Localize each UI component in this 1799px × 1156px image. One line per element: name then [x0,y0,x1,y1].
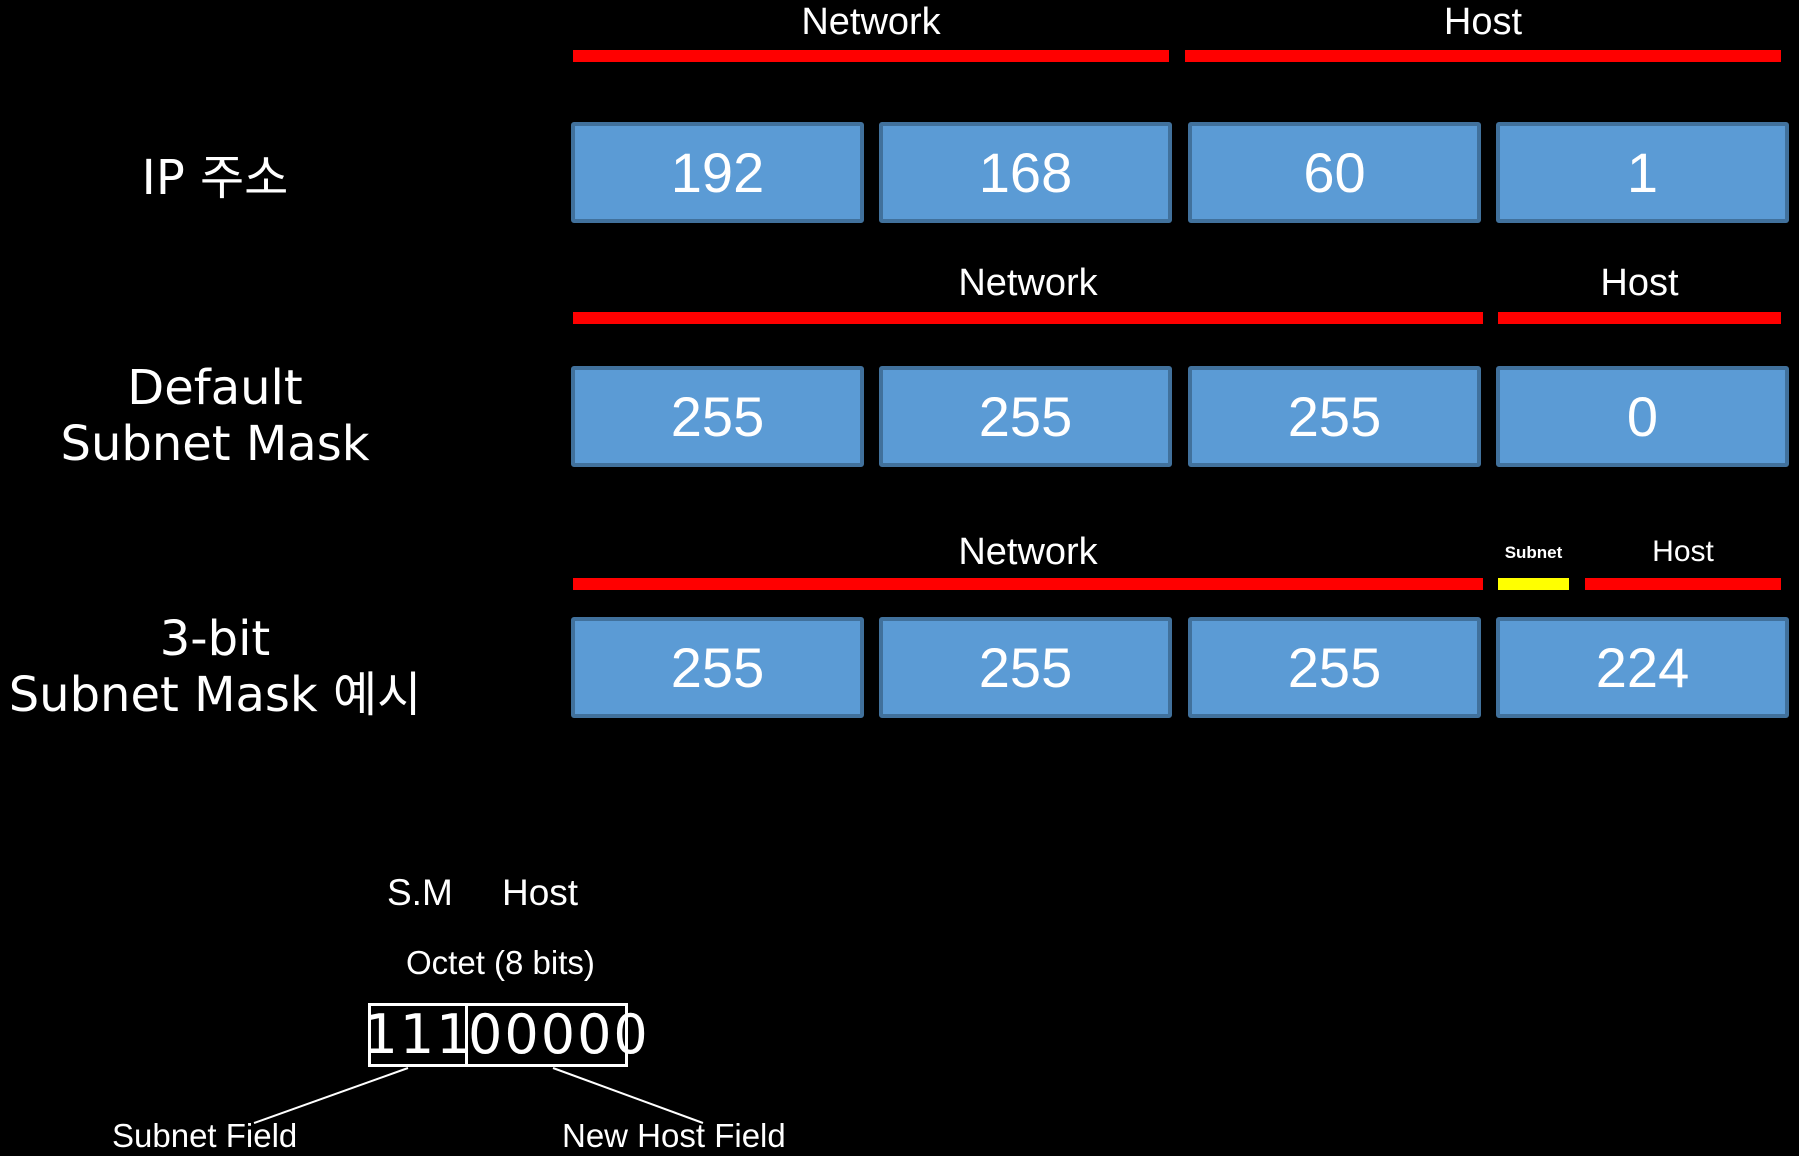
default-subnet-mask-label: Default Subnet Mask [0,360,430,472]
subnet3-octet-4: 224 [1496,617,1789,718]
subnet3-network-bar [573,578,1483,590]
subnet3-mask-label-line-1: 3-bit [159,611,271,667]
default-subnet-mask-label-line-2: Subnet Mask [60,416,370,472]
default-mask-octet-3: 255 [1188,366,1481,467]
new-host-field-leader-line [552,1067,704,1124]
subnet3-octet-3: 255 [1188,617,1481,718]
ip-network-bar [573,50,1169,62]
subnet3-host-header: Host [1652,535,1714,568]
ip-network-header: Network [801,1,941,43]
host-bits: 00000 [468,1003,650,1066]
ip-octet-3: 60 [1188,122,1481,223]
subnet3-mask-label-line-2: Subnet Mask 예시 [8,667,422,723]
new-host-field-label: New Host Field [562,1117,786,1154]
subnet-field-leader-line [253,1067,409,1124]
default-mask-octet-2: 255 [879,366,1172,467]
default-mask-octet-1: 255 [571,366,864,467]
subnet-field-label: Subnet Field [112,1117,298,1154]
ip-address-label: IP 주소 [0,150,430,206]
subnet3-octet-2: 255 [879,617,1172,718]
default-mask-network-bar [573,312,1483,324]
ip-host-bar [1185,50,1781,62]
ip-octet-1: 192 [571,122,864,223]
default-mask-octet-4: 0 [1496,366,1789,467]
default-mask-host-bar [1498,312,1781,324]
ip-address-label-line: IP 주소 [141,150,289,206]
ip-octet-4: 1 [1496,122,1789,223]
ip-octet-2: 168 [879,122,1172,223]
default-mask-host-header: Host [1600,262,1679,304]
subnet3-network-header: Network [958,531,1098,573]
sm-label: S.M [387,872,453,913]
ip-host-header: Host [1443,1,1523,43]
subnet3-subnet-bar [1498,578,1569,590]
subnet-bits: 111 [363,1003,473,1066]
octet-bit-box: 111 00000 [363,1003,648,1067]
host-label: Host [502,872,579,913]
subnet3-mask-label: 3-bit Subnet Mask 예시 [0,611,430,723]
subnet3-subnet-header: Subnet [1504,543,1563,562]
subnet3-octet-1: 255 [571,617,864,718]
default-mask-network-header: Network [958,262,1098,304]
octet-title: Octet (8 bits) [406,944,595,981]
subnet3-host-bar [1585,578,1781,590]
default-subnet-mask-label-line-1: Default [127,360,303,416]
